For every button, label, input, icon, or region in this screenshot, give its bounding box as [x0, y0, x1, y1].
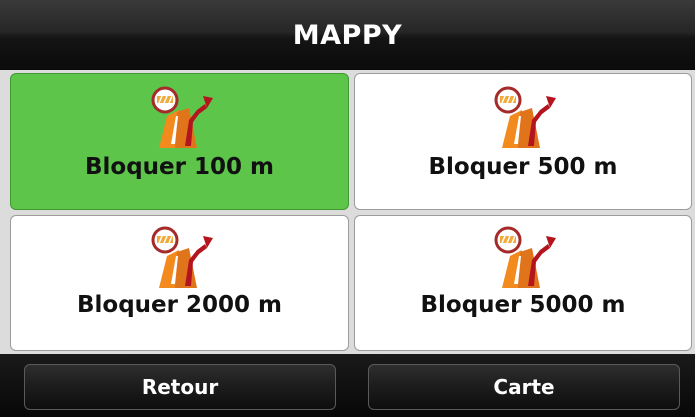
app-title: MAPPY — [292, 19, 403, 51]
map-button[interactable]: Carte — [368, 364, 680, 410]
option-label: Bloquer 2000 m — [77, 292, 282, 318]
block-2000m-button[interactable]: Bloquer 2000 m — [10, 215, 349, 351]
block-100m-button[interactable]: Bloquer 100 m — [10, 73, 349, 210]
option-label: Bloquer 5000 m — [420, 292, 626, 318]
road-block-detour-icon — [488, 86, 558, 148]
block-5000m-button[interactable]: Bloquer 5000 m — [354, 215, 692, 351]
road-block-detour-icon — [488, 226, 558, 288]
screen: MAPPY Bloquer 100 m Bloquer 500 m Bloque… — [0, 0, 695, 417]
bottom-bar: Retour Carte — [0, 354, 695, 417]
option-label: Bloquer 100 m — [85, 154, 274, 180]
back-button[interactable]: Retour — [24, 364, 336, 410]
options-grid: Bloquer 100 m Bloquer 500 m Bloquer 2000… — [0, 70, 695, 354]
road-block-detour-icon — [145, 226, 215, 288]
block-500m-button[interactable]: Bloquer 500 m — [354, 73, 692, 210]
option-label: Bloquer 500 m — [428, 154, 618, 180]
title-bar: MAPPY — [0, 0, 695, 70]
road-block-detour-icon — [145, 86, 215, 148]
